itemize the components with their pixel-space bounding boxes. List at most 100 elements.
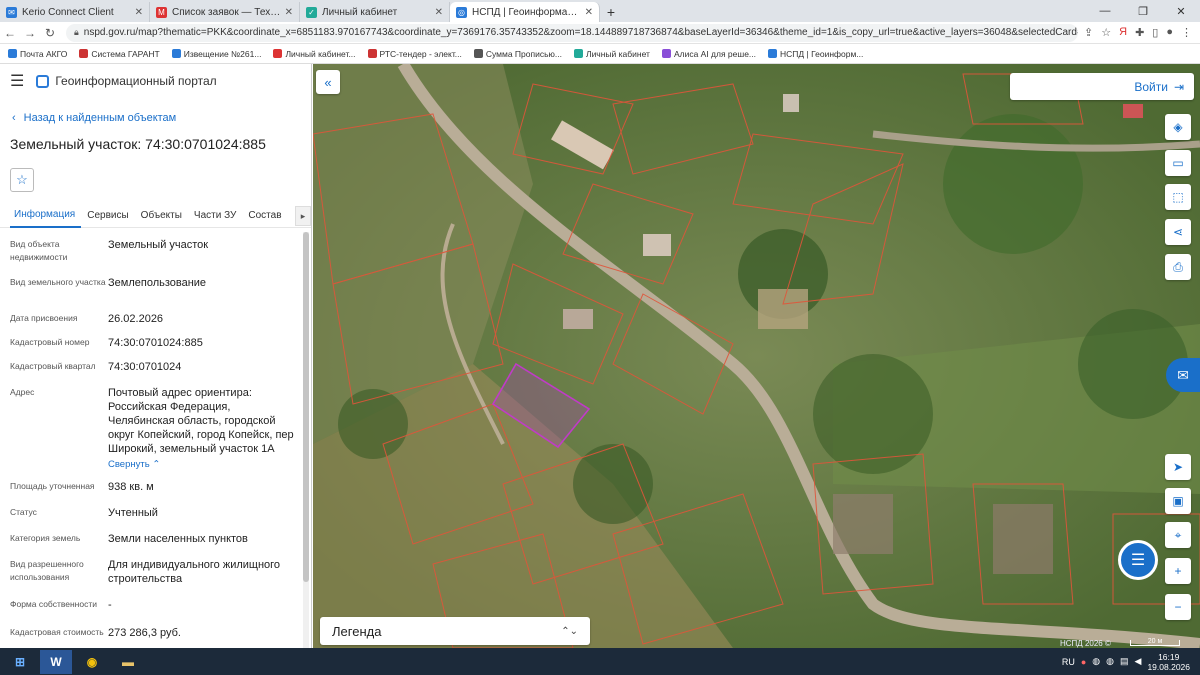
minus-icon: − bbox=[1174, 600, 1182, 614]
bookmark-item[interactable]: Сумма Прописью... bbox=[473, 49, 562, 59]
tab-services[interactable]: Сервисы bbox=[81, 204, 134, 228]
measure-button[interactable]: ▭ bbox=[1165, 150, 1191, 176]
basemap-button[interactable]: ▣ bbox=[1165, 488, 1191, 514]
select-area-button[interactable]: ⬚ bbox=[1165, 184, 1191, 210]
attr-row: Вид земельного участка Землепользование bbox=[10, 277, 207, 289]
chrome-icon[interactable]: ◉ bbox=[76, 650, 108, 674]
reload-icon[interactable]: ↻ bbox=[40, 26, 60, 40]
bookmark-item[interactable]: Личный кабинет... bbox=[273, 49, 356, 59]
maximize-icon[interactable]: ❐ bbox=[1124, 0, 1162, 22]
attr-row: Площадь уточненная 938 кв. м bbox=[10, 481, 154, 493]
bookmark-item[interactable]: НСПД | Геоинформ... bbox=[768, 49, 863, 59]
yandex-icon[interactable]: Я bbox=[1119, 26, 1127, 39]
plus-icon: + bbox=[1174, 564, 1182, 578]
browser-tab-requests[interactable]: MСписок заявок — ТехноКад-Му✕ bbox=[150, 2, 300, 22]
bookmark-icon bbox=[8, 49, 17, 58]
new-tab-button[interactable]: + bbox=[600, 2, 622, 22]
zoom-in-button[interactable]: + bbox=[1165, 558, 1191, 584]
chat-icon: ☰ bbox=[1130, 552, 1146, 569]
attr-row: Кадастровый номер 74:30:0701024:885 bbox=[10, 337, 203, 349]
chat-button[interactable]: ☰ bbox=[1118, 540, 1158, 580]
site-info-icon[interactable]: 🔒︎ bbox=[74, 27, 79, 38]
forward-arrow-icon[interactable]: → bbox=[20, 26, 40, 40]
close-icon[interactable]: ✕ bbox=[285, 7, 293, 18]
attr-row: Кадастровый квартал 74:30:0701024 bbox=[10, 361, 182, 373]
scrollbar-thumb[interactable] bbox=[303, 232, 309, 582]
panel-scrollbar[interactable] bbox=[303, 232, 309, 648]
attr-row: Статус Учтенный bbox=[10, 507, 158, 519]
login-button[interactable]: Войти ⇥ bbox=[1010, 73, 1194, 100]
sidebar-icon[interactable]: ▯ bbox=[1152, 26, 1158, 39]
bookmark-icon bbox=[661, 49, 671, 58]
bookmark-icon bbox=[473, 49, 483, 58]
browser-tab-cabinet[interactable]: ✓ Личный кабинет ✕ bbox=[300, 2, 450, 22]
bookmark-item[interactable]: Алиса AI для реше... bbox=[661, 49, 756, 59]
bookmark-item[interactable]: Система ГАРАНТ bbox=[79, 49, 160, 59]
location-arrow-icon: ➤ bbox=[1172, 460, 1184, 474]
browser-tab-kerio[interactable]: ✉ Kerio Connect Client ✕ bbox=[0, 2, 150, 22]
windows-start-icon[interactable]: ⊞ bbox=[4, 650, 36, 674]
bookmark-item[interactable]: РТС-тендер - элект... bbox=[367, 49, 462, 59]
back-arrow-icon[interactable]: ← bbox=[0, 26, 20, 40]
bookmark-item[interactable]: Личный кабинет bbox=[573, 49, 650, 59]
back-to-results-link[interactable]: ‹ Назад к найденным объектам bbox=[0, 98, 311, 128]
tab-info[interactable]: Информация bbox=[10, 204, 82, 228]
tray-app-icon[interactable]: ◍ bbox=[1106, 656, 1114, 667]
minimize-icon[interactable]: — bbox=[1086, 0, 1124, 22]
close-window-icon[interactable]: ✕ bbox=[1162, 0, 1200, 22]
share-icon[interactable]: ⇪ bbox=[1084, 26, 1093, 39]
share-map-button[interactable]: ⋖ bbox=[1165, 219, 1191, 245]
tray-app-icon[interactable]: ◍ bbox=[1092, 656, 1100, 667]
print-button[interactable]: ⎙ bbox=[1165, 254, 1191, 280]
file-explorer-icon[interactable]: ▬ bbox=[112, 650, 144, 674]
extensions-icon[interactable]: ✚ bbox=[1135, 26, 1144, 39]
bookmark-icon bbox=[79, 49, 89, 58]
basemap-icon: ▣ bbox=[1172, 494, 1184, 508]
collapse-panel-button[interactable]: « bbox=[316, 70, 340, 94]
tab-parts[interactable]: Части ЗУ bbox=[188, 204, 242, 228]
attributes-list: Вид объекта недвижимости Земельный участо… bbox=[0, 232, 300, 646]
close-icon[interactable]: ✕ bbox=[585, 7, 593, 18]
bookmark-star-icon[interactable]: ☆ bbox=[1101, 26, 1111, 39]
layers-button[interactable]: ◈ bbox=[1165, 114, 1191, 140]
attr-row: Дата присвоения 26.02.2026 bbox=[10, 313, 164, 325]
cabinet-icon: ✓ bbox=[306, 6, 317, 18]
tab-objects[interactable]: Объекты bbox=[135, 204, 188, 228]
feedback-tab[interactable]: ✉ bbox=[1166, 358, 1200, 392]
browser-tab-nspd[interactable]: ◎НСПД | Геоинформационный п✕ bbox=[450, 2, 600, 22]
os-taskbar: ⊞ W ◉ ▬ RU ● ◍ ◍ ▤ ◀ 16:19 19.08.2026 bbox=[0, 648, 1200, 675]
attr-row-address: Адрес Почтовый адрес ориентира: Российск… bbox=[0, 380, 300, 478]
chevron-updown-icon: ⌃⌄ bbox=[561, 625, 578, 637]
language-indicator[interactable]: RU bbox=[1062, 657, 1075, 667]
tabs-scroll-right-icon[interactable]: ▸ bbox=[295, 206, 311, 226]
profile-icon[interactable]: ● bbox=[1166, 26, 1173, 39]
zoom-out-button[interactable]: − bbox=[1165, 594, 1191, 620]
system-tray: RU ● ◍ ◍ ▤ ◀ 16:19 19.08.2026 bbox=[1062, 652, 1200, 672]
info-tabs: Информация Сервисы Объекты Части ЗУ Сост… bbox=[0, 204, 311, 228]
favorite-star-icon[interactable]: ☆ bbox=[10, 168, 34, 192]
menu-icon[interactable]: ☰ bbox=[10, 71, 24, 91]
volume-icon[interactable]: ◀ bbox=[1135, 656, 1142, 667]
search-place-button[interactable]: ⌖ bbox=[1165, 522, 1191, 548]
close-icon[interactable]: ✕ bbox=[435, 7, 443, 18]
network-icon[interactable]: ▤ bbox=[1120, 656, 1129, 667]
bookmark-item[interactable]: Извещение №261... bbox=[171, 49, 261, 59]
bookmark-icon bbox=[273, 49, 283, 58]
url-field[interactable]: 🔒︎ nspd.gov.ru/map?thematic=PKK&coordinat… bbox=[66, 23, 1079, 42]
geolocate-button[interactable]: ➤ bbox=[1165, 454, 1191, 480]
clock[interactable]: 16:19 19.08.2026 bbox=[1147, 652, 1190, 672]
word-icon[interactable]: W bbox=[40, 649, 72, 674]
bookmark-item[interactable]: Почта АКГО bbox=[8, 49, 67, 59]
map-view[interactable] bbox=[313, 64, 1200, 648]
portal-header: ☰ Геоинформационный портал bbox=[0, 64, 311, 98]
browser-tab-bar: ✉ Kerio Connect Client ✕ M Список заявок — … bbox=[0, 0, 1200, 22]
nspd-icon: ◎ bbox=[456, 6, 467, 18]
attr-row: Вид разрешенного использования Для индиви… bbox=[10, 559, 281, 585]
yandex-tray-icon[interactable]: ● bbox=[1081, 657, 1086, 667]
close-icon[interactable]: ✕ bbox=[135, 7, 143, 18]
tab-composition[interactable]: Состав bbox=[242, 204, 287, 228]
legend-dropdown[interactable]: Легенда ⌃⌄ bbox=[320, 617, 590, 645]
gmail-icon: M bbox=[156, 6, 167, 18]
collapse-address-link[interactable]: Свернуть ⌃ bbox=[108, 458, 300, 472]
menu-dots-icon[interactable]: ⋮ bbox=[1181, 26, 1192, 39]
